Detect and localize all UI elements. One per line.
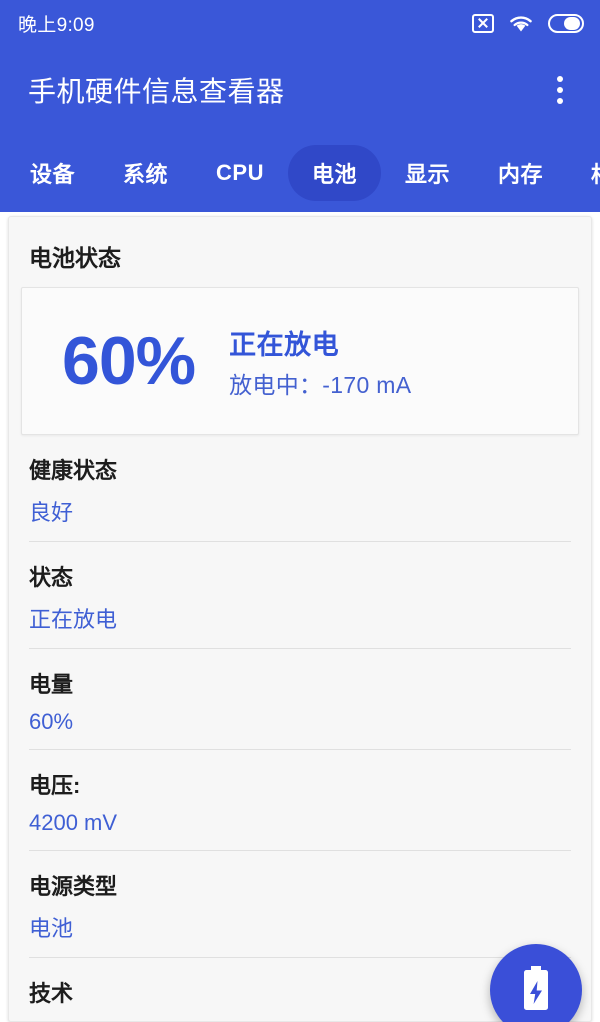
tab-bar[interactable]: 设备系统CPU电池显示内存相 — [0, 134, 600, 212]
detail-row-value: 60% — [29, 709, 74, 734]
tab-1[interactable]: 系统 — [99, 145, 192, 201]
detail-row-label: 电源类型 — [29, 874, 118, 899]
status-bar-time: 晚上9:09 — [18, 14, 95, 36]
overflow-dot — [557, 98, 563, 104]
detail-row-value: 4200 mV — [29, 810, 118, 835]
battery-card: 电池状态 60% 正在放电 放电中：-170 mA 健康状态 良好 状态 正在放电 电量… — [8, 216, 592, 1022]
status-bar: 晚上9:09 — [0, 0, 600, 46]
detail-row: 电源类型 电池 — [29, 851, 571, 958]
battery-charging-icon — [519, 964, 553, 1017]
overflow-dot — [557, 87, 563, 93]
detail-row: 电压: 4200 mV — [29, 750, 571, 851]
detail-row-label: 健康状态 — [29, 458, 118, 483]
detail-row-value: Li-poly — [29, 1018, 571, 1021]
battery-summary-card: 60% 正在放电 放电中：-170 mA — [21, 287, 579, 435]
detail-row-label: 状态 — [29, 565, 74, 590]
tab-6[interactable]: 相 — [567, 145, 600, 201]
detail-row-value: 正在放电 — [29, 607, 118, 632]
battery-detail-list: 健康状态良好状态正在放电电量60%电压:4200 mV电源类型电池技术Li-po… — [21, 435, 579, 1021]
battery-level-fill — [564, 16, 580, 30]
detail-row-label: 电压: — [29, 773, 81, 798]
tab-4[interactable]: 显示 — [381, 145, 474, 201]
battery-state-text: 正在放电 — [229, 329, 340, 360]
page-title: 手机硬件信息查看器 — [28, 76, 285, 107]
status-bar-icons — [472, 13, 584, 33]
detail-row-value: 良好 — [29, 500, 74, 525]
detail-row-value: 电池 — [29, 916, 74, 941]
content-area: 电池状态 60% 正在放电 放电中：-170 mA 健康状态 良好 状态 正在放电 电量… — [0, 212, 600, 1022]
battery-summary-texts: 正在放电 放电中：-170 mA — [229, 323, 411, 400]
battery-current-text: 放电中：-170 mA — [229, 371, 412, 398]
detail-row: 健康状态 良好 — [29, 435, 571, 542]
overflow-menu-icon[interactable] — [542, 67, 578, 113]
wifi-icon — [508, 14, 534, 33]
overflow-dot — [557, 76, 563, 82]
battery-icon — [548, 13, 584, 33]
tab-2[interactable]: CPU — [192, 148, 288, 198]
app-bar: 手机硬件信息查看器 — [0, 46, 600, 134]
tab-5[interactable]: 内存 — [474, 145, 567, 201]
no-sim-icon — [472, 13, 494, 33]
tab-3[interactable]: 电池 — [287, 145, 381, 201]
detail-row-label: 电量 — [29, 672, 74, 697]
tab-0[interactable]: 设备 — [6, 145, 99, 201]
battery-percent-large: 60% — [62, 323, 196, 399]
section-title: 电池状态 — [29, 245, 121, 271]
detail-row: 状态 正在放电 — [29, 542, 571, 649]
detail-row: 电量 60% — [29, 649, 571, 750]
